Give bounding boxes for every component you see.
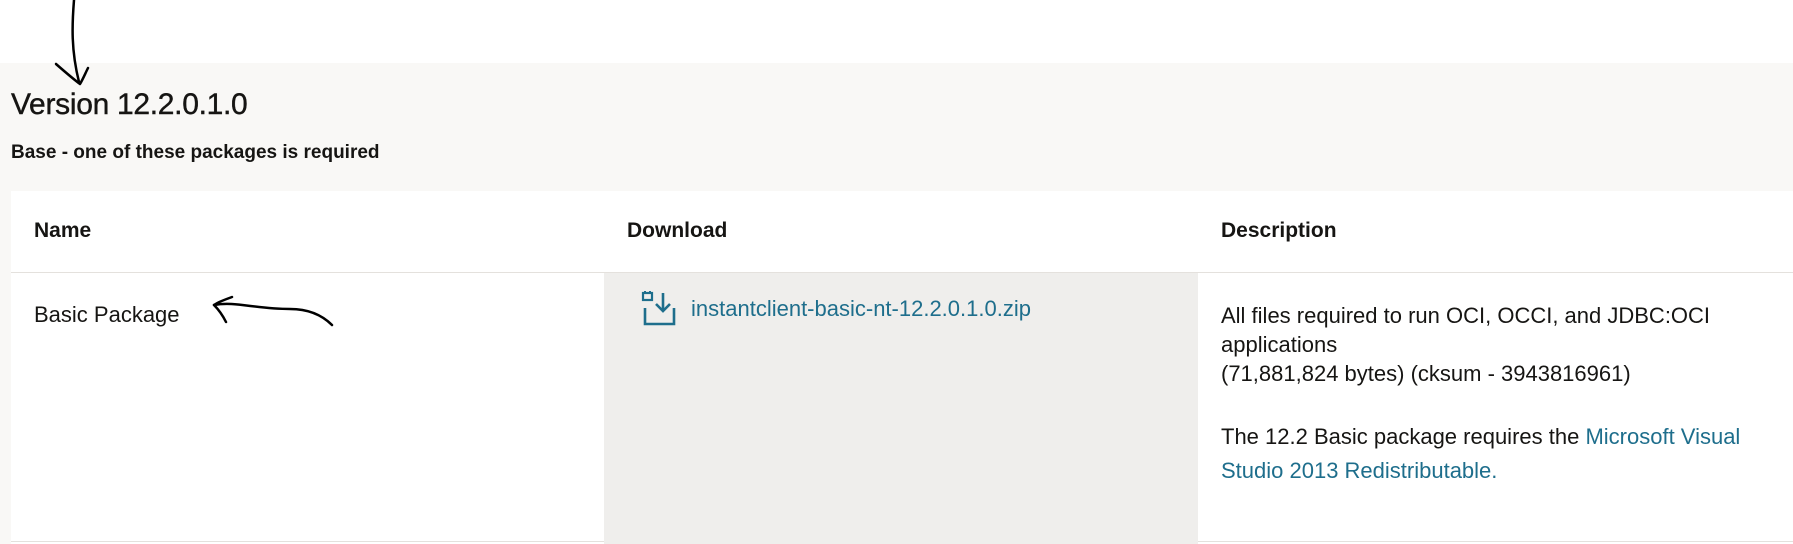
download-filename: instantclient-basic-nt-12.2.0.1.0.zip [691, 296, 1031, 321]
downloads-table: Name Download Description Basic Package … [11, 191, 1793, 544]
column-header-name: Name [34, 219, 92, 242]
description-text: All files required to run OCI, OCCI, and… [1221, 303, 1711, 357]
base-packages-subtitle: Base - one of these packages is required [11, 142, 380, 163]
file-size-checksum: (71,881,824 bytes) (cksum - 3943816961) [1221, 361, 1631, 386]
top-strip [0, 0, 1793, 63]
download-link[interactable]: instantclient-basic-nt-12.2.0.1.0.zip [641, 288, 1031, 327]
version-title: Version 12.2.0.1.0 [11, 88, 248, 121]
requirement-note-text: The 12.2 Basic package requires the [1221, 424, 1586, 449]
description-cell: All files required to run OCI, OCCI, and… [1221, 301, 1781, 488]
package-name: Basic Package [34, 302, 180, 327]
requirement-note: The 12.2 Basic package requires the Micr… [1221, 420, 1781, 488]
page: Version 12.2.0.1.0 Base - one of these p… [0, 0, 1793, 544]
download-icon [641, 288, 677, 327]
column-header-download: Download [627, 219, 728, 242]
table-row: Basic Package instantclient-basic-nt-12.… [11, 273, 1793, 544]
table-header: Name Download Description [11, 191, 1793, 273]
column-header-description: Description [1221, 219, 1337, 242]
